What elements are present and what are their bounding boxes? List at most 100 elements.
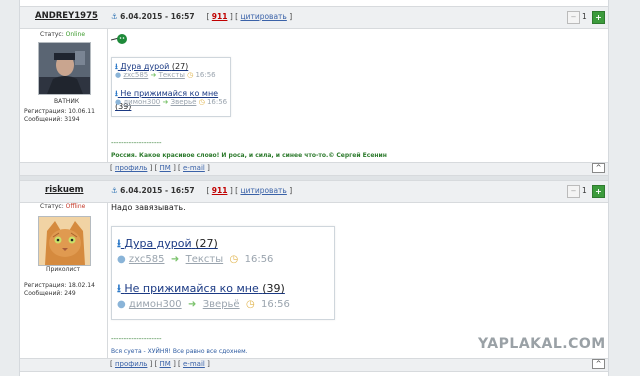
profile-link[interactable]: профиль — [115, 360, 147, 368]
card-item-time: 16:56 — [206, 98, 228, 106]
vote-count: 1 — [582, 12, 587, 21]
avatar[interactable] — [38, 42, 91, 95]
post-footer — [20, 162, 608, 176]
card-item-title-link[interactable]: ⭳ Не прижимайся ко мне (39) — [117, 280, 285, 299]
msgs-label: Сообщений: — [24, 116, 63, 123]
pm-link[interactable]: ПМ — [160, 360, 171, 368]
card-item-count: (27) — [171, 62, 189, 71]
column-divider — [107, 28, 108, 162]
card-item-user[interactable]: димон300 — [129, 299, 182, 310]
card-item-time: 16:56 — [261, 299, 290, 310]
card-item-time: 16:56 — [195, 71, 216, 79]
avatar[interactable] — [38, 216, 91, 266]
card-item-meta: ● zxc585 ➜ Тексты ◷ 16:56 — [115, 71, 216, 79]
user-icon: ● — [117, 254, 126, 265]
download-arrow-icon: ⭳ — [117, 237, 121, 250]
post-meta: ⚓ 6.04.2015 - 16:57 [ 911 ] [ цитировать… — [111, 186, 293, 195]
vote-count: 1 — [582, 186, 587, 195]
user-icon: ● — [117, 299, 126, 310]
profile-link[interactable]: профиль — [115, 164, 147, 172]
signature-text: Россия. Какое красивое слово! И роса, и … — [111, 152, 387, 159]
column-divider — [107, 202, 108, 358]
post-text: Надо завязывать. — [111, 203, 186, 212]
pm-link[interactable]: ПМ — [160, 164, 171, 172]
email-link[interactable]: e-mail — [183, 360, 205, 368]
post-number-link[interactable]: 911 — [212, 186, 228, 195]
registration-info: Регистрация: 18.02.14 Сообщений: 249 — [24, 282, 95, 298]
smiley-icon — [110, 30, 127, 44]
post-date: 6.04.2015 - 16:57 — [120, 186, 195, 195]
clock-icon: ◷ — [198, 98, 205, 106]
thumbs-down-icon[interactable]: − — [567, 11, 580, 24]
reg-label: Регистрация: — [24, 108, 67, 115]
card-item-title-link[interactable]: ⭳ Дура дурой (27) — [117, 235, 218, 254]
post-header — [20, 6, 608, 29]
author-name[interactable]: riskuem — [45, 185, 84, 195]
reg-date: 18.02.14 — [68, 282, 95, 289]
card-item-count: (27) — [195, 237, 218, 250]
site-watermark: YAPLAKAL.COM — [478, 336, 606, 352]
clock-icon: ◷ — [245, 299, 255, 310]
cite-link[interactable]: цитировать — [240, 186, 286, 195]
news-card: ⭳ Дура дурой (27) ● zxc585 ➜ Тексты ◷ 16… — [111, 226, 335, 320]
scroll-up-icon[interactable]: ^ — [592, 359, 605, 369]
signature-divider: -------------------- — [111, 139, 162, 147]
thumbs-up-icon[interactable]: + — [592, 185, 605, 198]
card-item-title[interactable]: Не прижимайся ко мне — [124, 282, 258, 295]
thumbs-down-icon[interactable]: − — [567, 185, 580, 198]
post-meta: ⚓ 6.04.2015 - 16:57 [ 911 ] [ цитировать… — [111, 12, 293, 21]
card-item-user[interactable]: димон300 — [123, 98, 160, 106]
news-card: ⭳ Дура дурой (27) ● zxc585 ➜ Тексты ◷ 16… — [111, 57, 231, 117]
clock-icon: ◷ — [229, 254, 239, 265]
reg-date: 10.06.11 — [68, 108, 95, 115]
status-line: Статус: Offline — [40, 203, 85, 211]
card-item-section[interactable]: Тексты — [186, 254, 224, 265]
post-footer-links: [ профиль ] [ ПМ ] [ e-mail ] — [110, 360, 210, 368]
user-icon: ● — [115, 71, 122, 79]
right-arrow-icon: ➜ — [187, 299, 197, 310]
post-date: 6.04.2015 - 16:57 — [120, 12, 195, 21]
avatar-caption: Приколист — [46, 266, 81, 273]
cite-link[interactable]: цитировать — [240, 12, 286, 21]
card-item-title[interactable]: Не прижимайся ко мне — [120, 89, 218, 98]
card-item-title[interactable]: Дура дурой — [120, 62, 169, 71]
scroll-up-icon[interactable]: ^ — [592, 163, 605, 173]
forum-board: ANDREY1975 ⚓ 6.04.2015 - 16:57 [ 911 ] [… — [19, 0, 609, 376]
msgs-label: Сообщений: — [24, 290, 63, 297]
signature-text: Вся суета - ХУЙНЯ! Все равно все сдохнем… — [111, 348, 248, 355]
registration-info: Регистрация: 10.06.11 Сообщений: 3194 — [24, 108, 95, 124]
post-footer-links: [ профиль ] [ ПМ ] [ e-mail ] — [110, 164, 210, 172]
post-header — [20, 180, 608, 203]
right-arrow-icon: ➜ — [162, 98, 169, 106]
card-item-section[interactable]: Зверьё — [203, 299, 240, 310]
msgs-count: 249 — [64, 290, 76, 297]
card-item-section[interactable]: Зверьё — [171, 98, 197, 106]
card-item-meta: ● димон300 ➜ Зверьё ◷ 16:56 — [115, 98, 227, 106]
signature-divider: -------------------- — [111, 335, 162, 343]
card-item-user[interactable]: zxc585 — [129, 254, 165, 265]
card-item-user[interactable]: zxc585 — [123, 71, 148, 79]
status-label: Статус: — [40, 203, 64, 210]
post-footer — [20, 358, 608, 372]
status-label: Статус: — [40, 31, 64, 38]
msgs-count: 3194 — [64, 116, 80, 123]
right-arrow-icon: ➜ — [170, 254, 180, 265]
anchor-icon[interactable]: ⚓ — [111, 186, 118, 195]
author-name[interactable]: ANDREY1975 — [35, 11, 98, 21]
card-item-meta: ● димон300 ➜ Зверьё ◷ 16:56 — [117, 299, 290, 310]
card-item-title[interactable]: Дура дурой — [124, 237, 191, 250]
anchor-icon[interactable]: ⚓ — [111, 12, 118, 21]
status-offline: Offline — [65, 203, 86, 210]
card-item-meta: ● zxc585 ➜ Тексты ◷ 16:56 — [117, 254, 273, 265]
card-item-count: (39) — [262, 282, 285, 295]
user-icon: ● — [115, 98, 122, 106]
avatar-caption: ВАТНИК — [54, 98, 80, 105]
status-online: Online — [65, 31, 86, 38]
post-number-link[interactable]: 911 — [212, 12, 228, 21]
clock-icon: ◷ — [187, 71, 194, 79]
thumbs-up-icon[interactable]: + — [592, 11, 605, 24]
email-link[interactable]: e-mail — [183, 164, 205, 172]
card-item-time: 16:56 — [244, 254, 274, 265]
card-item-section[interactable]: Тексты — [159, 71, 185, 79]
reg-label: Регистрация: — [24, 282, 67, 289]
